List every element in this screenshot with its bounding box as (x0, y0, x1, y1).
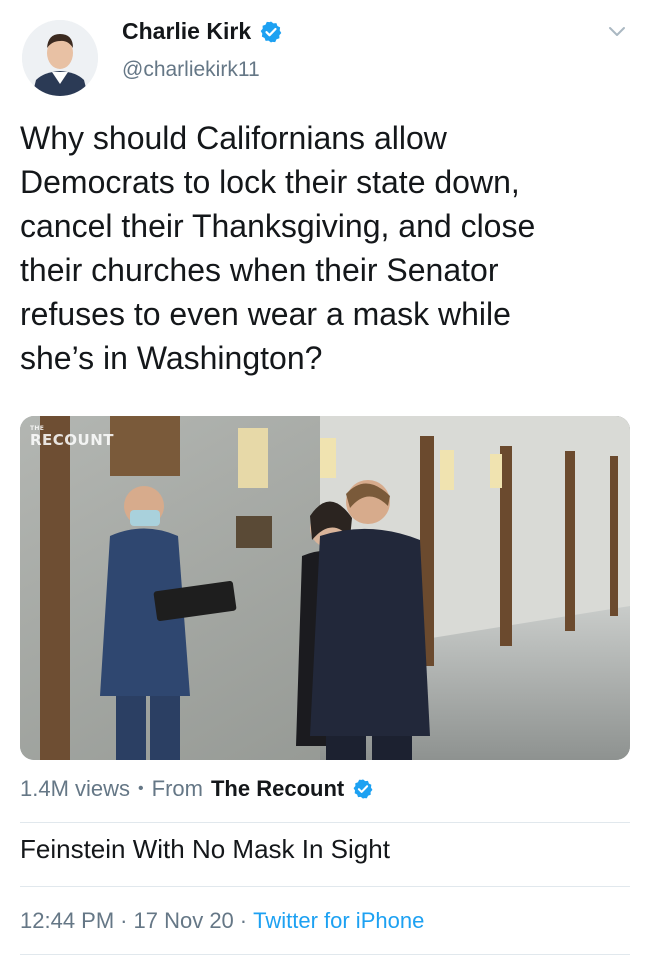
tweet-client-link[interactable]: Twitter for iPhone (253, 908, 424, 934)
avatar[interactable] (22, 20, 98, 96)
separator-dot: • (138, 780, 144, 797)
tweet-text: Why should Californians allow Democrats … (20, 120, 536, 376)
video-title[interactable]: Feinstein With No Mask In Sight (20, 834, 390, 865)
view-count: 1.4M views (20, 776, 131, 801)
chevron-down-icon[interactable] (606, 20, 628, 42)
from-label: From (151, 776, 203, 801)
divider (20, 822, 630, 823)
video-stats-row: 1.4M views • From The Recount (20, 776, 374, 802)
avatar-image (22, 20, 98, 96)
tweet-metadata: 12:44 PM · 17 Nov 20 · Twitter for iPhon… (20, 908, 424, 934)
tweet-header: Charlie Kirk @charliekirk11 (0, 0, 650, 110)
separator-dot: · (239, 908, 248, 933)
verified-badge-icon (353, 779, 373, 799)
author-name-row: Charlie Kirk (122, 18, 283, 45)
separator-dot: · (120, 908, 128, 933)
verified-badge-icon (260, 21, 282, 42)
author-handle[interactable]: @charliekirk11 (122, 58, 260, 82)
video-watermark: THE RECOUNT (30, 425, 115, 449)
divider (20, 886, 630, 887)
video-thumbnail (20, 416, 630, 760)
video-source-link[interactable]: The Recount (211, 776, 344, 802)
tweet-time[interactable]: 12:44 PM (20, 908, 114, 934)
embedded-video[interactable]: THE RECOUNT (20, 416, 630, 760)
tweet-date[interactable]: 17 Nov 20 (134, 908, 234, 934)
divider (20, 954, 630, 955)
author-name[interactable]: Charlie Kirk (122, 18, 251, 45)
